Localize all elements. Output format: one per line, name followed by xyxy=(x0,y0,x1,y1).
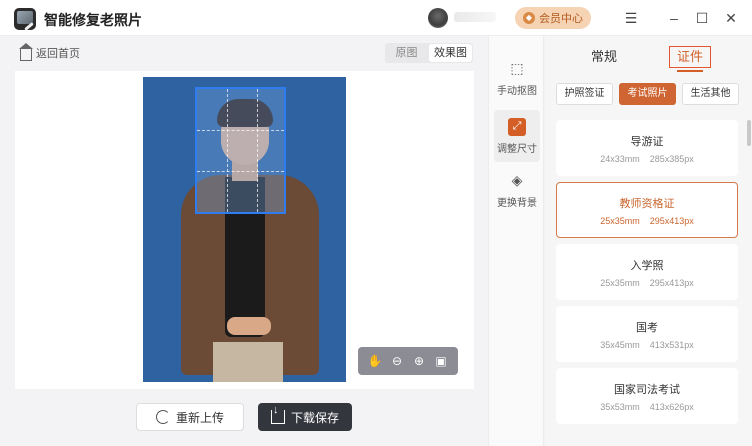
zoom-out-icon[interactable]: ⊖ xyxy=(389,353,405,369)
size-px: 295x413px xyxy=(649,215,694,226)
view-result-tab[interactable]: 效果图 xyxy=(429,44,472,62)
subtab-passport-visa[interactable]: 护照签证 xyxy=(556,83,613,105)
diamond-icon: ◆ xyxy=(523,12,535,24)
refresh-icon xyxy=(155,410,170,424)
tool-label: 手动抠图 xyxy=(497,85,537,97)
size-card[interactable]: 国家司法考试 35x53mm 413x626px xyxy=(556,368,738,424)
minimize-icon[interactable]: – xyxy=(664,8,684,28)
paint-bucket-icon: ◈ xyxy=(511,172,523,188)
tool-manual-cutout[interactable]: ⬚ 手动抠图 xyxy=(494,52,540,104)
tool-change-background[interactable]: ◈ 更换背景 xyxy=(494,164,540,216)
size-name: 国家司法考试 xyxy=(614,383,680,396)
size-name: 国考 xyxy=(636,321,658,334)
size-mm: 25x35mm xyxy=(600,215,640,226)
title-bar: 智能修复老照片 ◆ 会员中心 ☰ – ☐ ✕ xyxy=(0,0,752,36)
download-icon xyxy=(270,404,285,424)
active-tab-indicator xyxy=(677,70,703,72)
size-mm: 25x35mm xyxy=(600,277,640,288)
app-logo xyxy=(14,8,36,30)
back-home-label: 返回首页 xyxy=(36,48,80,60)
person-pants xyxy=(213,342,283,382)
user-name-placeholder[interactable] xyxy=(454,12,496,22)
size-card[interactable]: 国考 35x45mm 413x531px xyxy=(556,306,738,362)
hamburger-menu-icon[interactable]: ☰ xyxy=(621,8,641,28)
subtab-exam-photo[interactable]: 考试照片 xyxy=(619,83,676,105)
tool-label: 更换背景 xyxy=(497,197,537,209)
size-name: 入学照 xyxy=(630,259,664,272)
size-mm: 35x45mm xyxy=(600,339,640,350)
crop-frame[interactable] xyxy=(195,87,286,214)
panel-scrollbar[interactable] xyxy=(747,120,751,146)
back-home-link[interactable]: 返回首页 xyxy=(19,42,80,61)
id-photo-preview xyxy=(143,77,346,382)
tab-regular[interactable]: 常规 xyxy=(591,46,617,65)
tab-certificate[interactable]: 证件 xyxy=(669,46,711,68)
size-px: 285x385px xyxy=(649,153,694,164)
size-card-selected[interactable]: 教师资格证 25x35mm 295x413px xyxy=(556,182,738,238)
close-icon[interactable]: ✕ xyxy=(721,8,741,28)
app-title: 智能修复老照片 xyxy=(44,12,142,28)
tool-resize[interactable]: ⤢ 调整尺寸 xyxy=(494,110,540,162)
reupload-label: 重新上传 xyxy=(175,410,224,425)
home-icon xyxy=(19,42,33,61)
resize-icon: ⤢ xyxy=(508,117,526,136)
hand-icon[interactable]: ✋ xyxy=(367,353,383,369)
size-mm: 35x53mm xyxy=(600,401,640,412)
zoom-toolbar: ✋ ⊖ ⊕ ▣ xyxy=(358,347,458,375)
fit-icon[interactable]: ▣ xyxy=(433,353,449,369)
view-toggle: 原图 效果图 xyxy=(385,43,473,63)
person-hands xyxy=(227,317,271,335)
size-list: 导游证 24x33mm 285x385px 教师资格证 25x35mm 295x41… xyxy=(556,120,738,430)
subtab-life-other[interactable]: 生活其他 xyxy=(682,83,739,105)
tool-column: ⬚ 手动抠图 ⤢ 调整尺寸 ◈ 更换背景 xyxy=(488,36,544,446)
size-card[interactable]: 入学照 25x35mm 295x413px xyxy=(556,244,738,300)
size-px: 295x413px xyxy=(649,277,694,288)
vip-center-label: 会员中心 xyxy=(539,13,583,25)
tool-label: 调整尺寸 xyxy=(497,143,537,155)
vip-center-button[interactable]: ◆ 会员中心 xyxy=(515,7,591,29)
cursor-select-icon: ⬚ xyxy=(510,60,524,76)
preview-canvas: ✋ ⊖ ⊕ ▣ xyxy=(15,71,474,389)
size-mm: 24x33mm xyxy=(600,153,640,164)
size-px: 413x626px xyxy=(649,401,694,412)
view-original-tab[interactable]: 原图 xyxy=(385,43,428,63)
subtab-bar: 护照签证 考试照片 生活其他 xyxy=(556,83,739,105)
size-px: 413x531px xyxy=(649,339,694,350)
zoom-in-icon[interactable]: ⊕ xyxy=(411,353,427,369)
size-card[interactable]: 导游证 24x33mm 285x385px xyxy=(556,120,738,176)
download-save-button[interactable]: 下载保存 xyxy=(258,403,352,431)
size-name: 教师资格证 xyxy=(619,197,675,210)
reupload-button[interactable]: 重新上传 xyxy=(136,403,244,431)
avatar[interactable] xyxy=(428,8,448,28)
maximize-icon[interactable]: ☐ xyxy=(692,8,712,28)
size-panel: 常规 证件 护照签证 考试照片 生活其他 导游证 24x33mm 285x385p… xyxy=(545,36,752,446)
download-label: 下载保存 xyxy=(290,410,339,425)
size-name: 导游证 xyxy=(630,135,664,148)
